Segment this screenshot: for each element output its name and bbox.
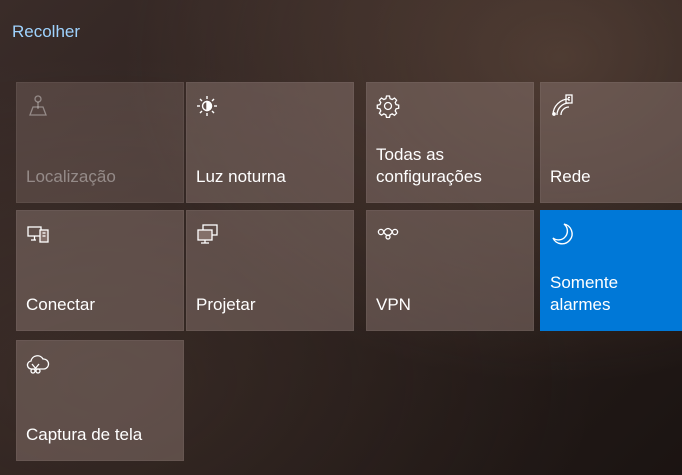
tile-screen-snip[interactable]: Captura de tela <box>16 340 184 461</box>
tile-label: Projetar <box>196 295 256 314</box>
tile-label: Conectar <box>26 295 95 314</box>
network-icon <box>549 93 575 119</box>
tile-label: Rede <box>550 167 591 186</box>
tile-label: Localização <box>26 167 116 186</box>
project-icon <box>195 221 221 247</box>
night-light-icon <box>195 93 221 119</box>
tile-quiet-hours[interactable]: Somente alarmes <box>540 210 682 331</box>
connect-icon <box>25 221 51 247</box>
collapse-link[interactable]: Recolher <box>12 22 80 42</box>
gear-icon <box>375 93 401 119</box>
action-center-header: Recolher <box>0 0 682 64</box>
tile-connect[interactable]: Conectar <box>16 210 184 331</box>
tile-night-light[interactable]: Luz noturna <box>186 82 354 203</box>
moon-icon <box>549 221 575 247</box>
tile-label: Todas as configurações <box>376 145 482 186</box>
tile-label: Somente alarmes <box>550 273 619 314</box>
tile-label: Captura de tela <box>26 425 143 444</box>
tile-label: Luz noturna <box>196 167 286 186</box>
quick-actions-grid: Localização Luz noturna Todas as configu… <box>16 82 682 462</box>
tile-project[interactable]: Projetar <box>186 210 354 331</box>
tile-location[interactable]: Localização <box>16 82 184 203</box>
location-icon <box>25 93 51 119</box>
tile-label: VPN <box>376 295 411 314</box>
screen-snip-icon <box>25 351 51 377</box>
vpn-icon <box>375 221 401 247</box>
tile-vpn[interactable]: VPN <box>366 210 534 331</box>
tile-network[interactable]: Rede <box>540 82 682 203</box>
tile-all-settings[interactable]: Todas as configurações <box>366 82 534 203</box>
